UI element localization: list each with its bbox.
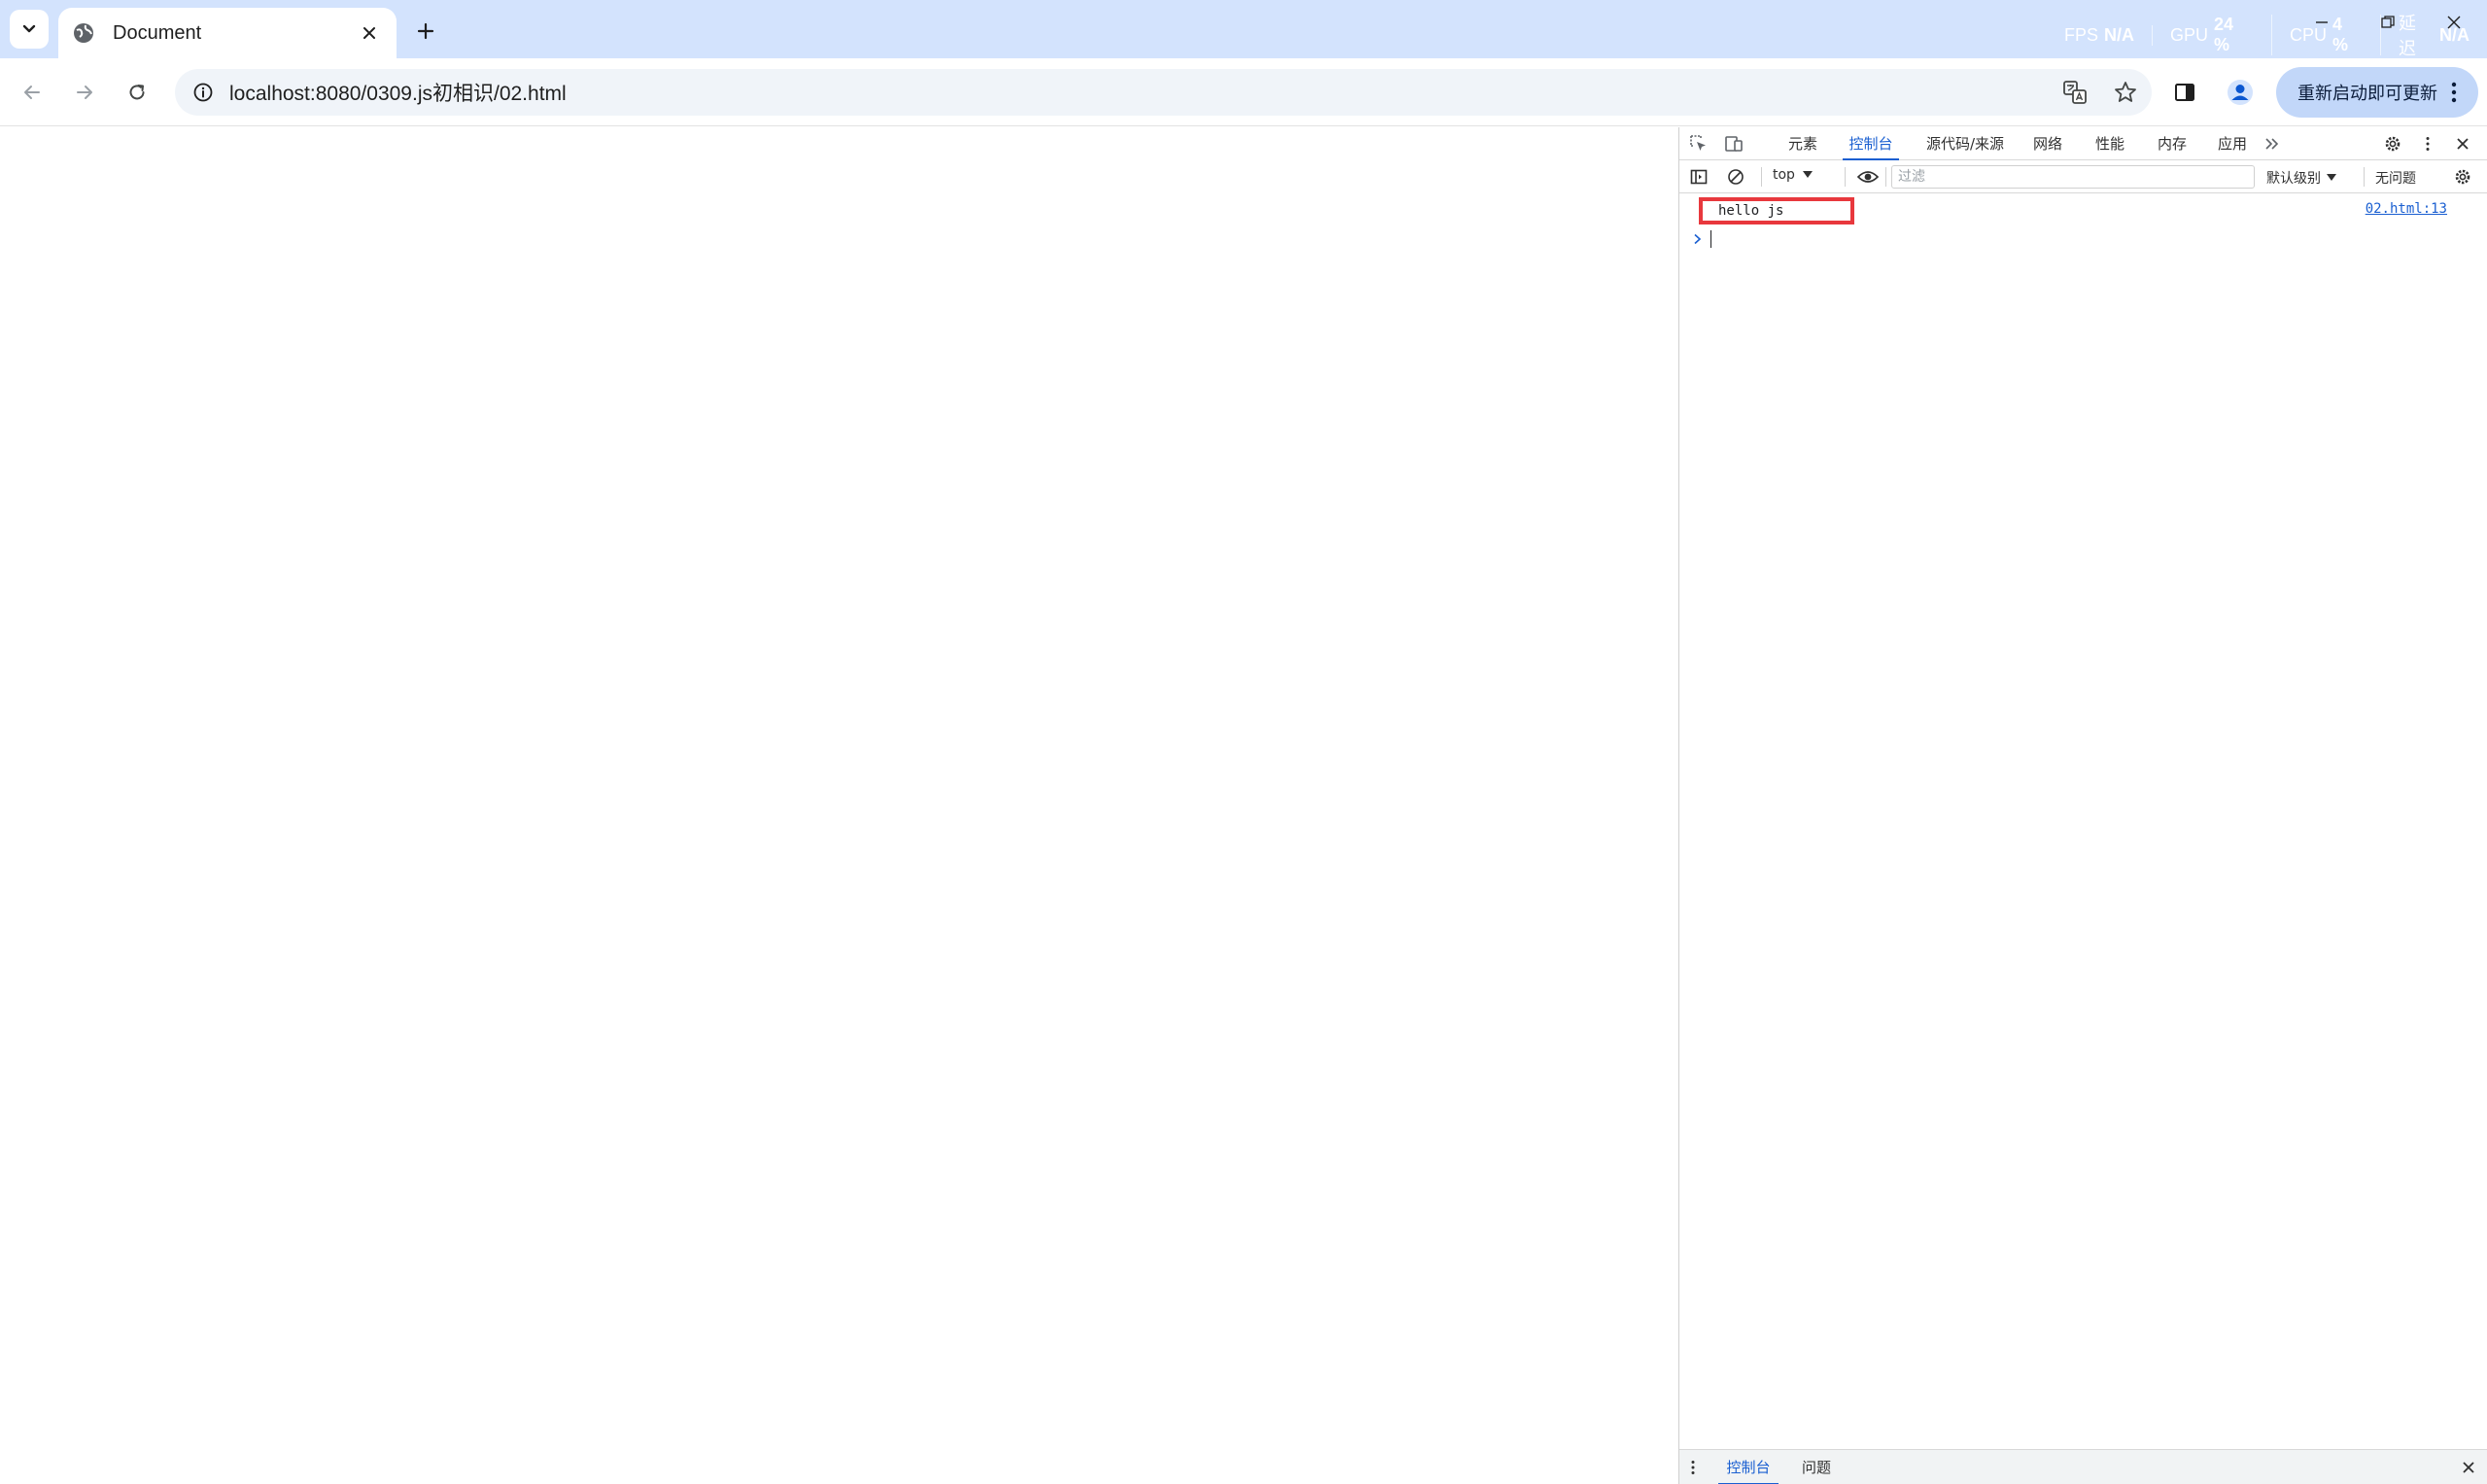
close-icon <box>2447 16 2461 29</box>
devtools-drawer-bar: 控制台 问题 <box>1679 1449 2487 1484</box>
settings-gear-icon[interactable] <box>2381 132 2404 155</box>
devtools-close-icon[interactable] <box>2451 132 2474 155</box>
device-toolbar-icon[interactable] <box>1722 132 1745 155</box>
window-close-button[interactable] <box>2421 0 2487 45</box>
devtools-panel: 元素 控制台 源代码/来源 网络 性能 内存 应用 top 过滤 默认级别 无问… <box>1678 127 2487 1484</box>
drawer-tab-console[interactable]: 控制台 <box>1718 1450 1779 1484</box>
reload-icon <box>129 85 145 100</box>
tab-title: Document <box>113 21 202 44</box>
minimize-button[interactable] <box>2289 0 2355 45</box>
tab-application[interactable]: 应用 <box>2214 127 2251 160</box>
inspect-element-icon[interactable] <box>1687 132 1710 155</box>
page-viewport[interactable] <box>0 127 1678 1484</box>
clear-console-icon[interactable] <box>1724 165 1747 189</box>
toolbar-divider <box>1761 167 1762 187</box>
console-message-source-link[interactable]: 02.html:13 <box>2366 201 2447 217</box>
tab-network[interactable]: 网络 <box>2029 127 2066 160</box>
tab-console[interactable]: 控制台 <box>1843 127 1899 160</box>
forward-button[interactable] <box>66 74 103 111</box>
update-label: 重新启动即可更新 <box>2297 84 2437 104</box>
update-relaunch-button[interactable]: 重新启动即可更新 <box>2276 67 2478 118</box>
sidebar-toggle-icon[interactable] <box>1687 165 1710 189</box>
address-bar-actions <box>2058 69 2142 116</box>
toolbar-divider <box>1845 167 1846 187</box>
tab-sources[interactable]: 源代码/来源 <box>1920 127 2010 160</box>
tab-elements[interactable]: 元素 <box>1782 127 1823 160</box>
side-panel-icon <box>2175 84 2194 101</box>
console-message-text: hello js <box>1699 197 1854 224</box>
tab-memory[interactable]: 内存 <box>2154 127 2191 160</box>
dropdown-triangle-icon <box>1802 171 1813 178</box>
live-expression-eye-icon[interactable] <box>1856 165 1880 189</box>
log-levels-dropdown[interactable]: 默认级别 <box>2266 168 2336 188</box>
restore-button[interactable] <box>2355 0 2421 45</box>
dropdown-triangle-icon <box>2327 174 2336 181</box>
drawer-close-icon[interactable] <box>2457 1456 2480 1479</box>
close-icon <box>363 27 375 39</box>
globe-icon <box>72 20 97 46</box>
console-settings-gear-icon[interactable] <box>2451 165 2474 189</box>
devtools-tab-bar: 元素 控制台 源代码/来源 网络 性能 内存 应用 <box>1679 127 2487 160</box>
window-controls <box>2289 0 2487 45</box>
arrow-right-icon <box>77 86 92 99</box>
avatar-icon <box>2228 80 2253 105</box>
perf-metric-gpu: GPU 24 % <box>2153 15 2273 55</box>
console-message-row: hello js 02.html:13 <box>1679 197 2487 224</box>
context-selector[interactable]: top <box>1773 167 1813 183</box>
chevron-down-icon <box>22 24 36 33</box>
new-tab-button[interactable] <box>408 14 443 49</box>
plus-icon <box>417 22 434 40</box>
address-bar[interactable]: localhost:8080/0309.js初相识/02.html <box>175 69 2152 116</box>
back-button[interactable] <box>14 74 51 111</box>
bookmark-star-icon[interactable] <box>2109 76 2142 109</box>
side-panel-button[interactable] <box>2173 69 2196 116</box>
tab-search-button[interactable] <box>10 10 49 49</box>
issues-counter[interactable]: 无问题 <box>2375 168 2416 188</box>
perf-metric-fps: FPS N/A <box>2047 24 2154 46</box>
console-output[interactable]: hello js 02.html:13 <box>1679 193 2487 1441</box>
console-prompt[interactable] <box>1693 228 1711 250</box>
tab-performance[interactable]: 性能 <box>2091 127 2128 160</box>
site-info-icon[interactable] <box>189 78 218 107</box>
profile-button[interactable] <box>2226 69 2255 116</box>
reload-button[interactable] <box>119 74 155 111</box>
translate-icon[interactable] <box>2058 76 2091 109</box>
drawer-tab-issues[interactable]: 问题 <box>1802 1450 1831 1484</box>
drawer-menu-kebab-icon[interactable] <box>1681 1456 1705 1479</box>
more-tabs-chevron-icon[interactable] <box>2261 132 2284 155</box>
restore-icon <box>2381 16 2395 28</box>
toolbar-divider <box>1885 167 1886 187</box>
kebab-menu-icon <box>2451 82 2457 103</box>
devtools-menu-kebab-icon[interactable] <box>2416 132 2439 155</box>
toolbar-divider <box>2364 167 2365 187</box>
console-filter-input[interactable] <box>1891 165 2255 189</box>
text-cursor <box>1710 230 1711 248</box>
url-text[interactable]: localhost:8080/0309.js初相识/02.html <box>229 78 567 107</box>
tab-strip: Document FPS N/A GPU 24 % CPU 4 % 延迟 N/A <box>0 0 2487 58</box>
browser-tab[interactable]: Document <box>58 8 397 58</box>
tab-close-button[interactable] <box>356 19 383 47</box>
minimize-icon <box>2316 21 2328 23</box>
arrow-left-icon <box>24 86 40 99</box>
browser-toolbar: localhost:8080/0309.js初相识/02.html 重新启动即可… <box>0 58 2487 126</box>
chevron-right-icon <box>1694 233 1702 245</box>
console-toolbar: top 默认级别 无问题 <box>1679 160 2487 193</box>
